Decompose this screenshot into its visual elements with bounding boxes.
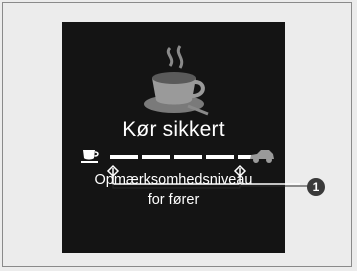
attention-segment <box>174 155 202 159</box>
callout-number: 1 <box>307 178 325 196</box>
attention-segment <box>206 155 234 159</box>
coffee-cup-icon <box>144 45 209 116</box>
attention-segment <box>110 155 138 159</box>
label-line-2: for fører <box>147 192 200 208</box>
small-cup-icon <box>81 150 99 163</box>
attention-segment <box>142 155 170 159</box>
car-icon <box>250 150 274 163</box>
attention-level-label: Opmærksomhedsniveau for fører <box>62 170 285 210</box>
attention-level-bar <box>110 155 266 159</box>
display-screen: Kør sikkert Opmærksomhedsniveau for føre… <box>62 22 285 253</box>
screen-title: Kør sikkert <box>122 118 225 141</box>
label-line-1: Opmærksomhedsniveau <box>94 172 253 188</box>
